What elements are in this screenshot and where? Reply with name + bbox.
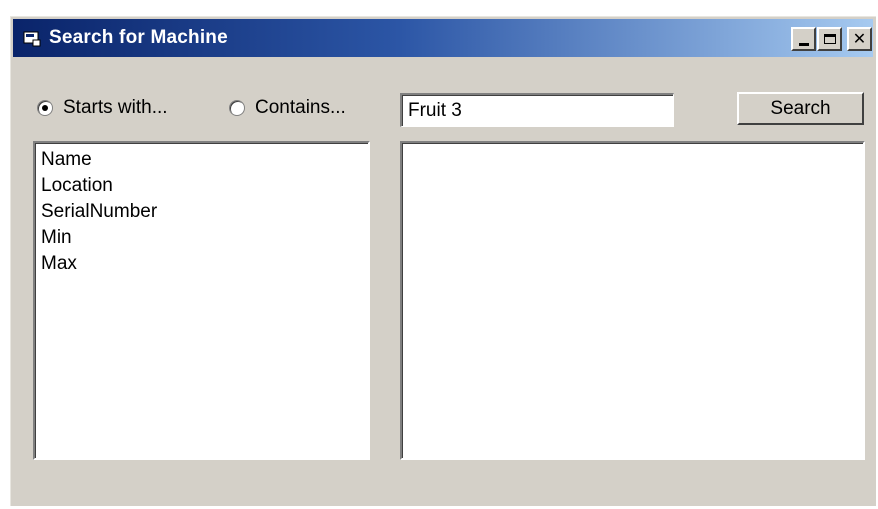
fields-listbox[interactable]: Name Location SerialNumber Min Max (33, 141, 370, 460)
close-button[interactable]: ✕ (847, 27, 872, 51)
title-bar[interactable]: Search for Machine ✕ (13, 19, 873, 57)
search-input[interactable] (400, 93, 674, 127)
maximize-button[interactable] (817, 27, 842, 51)
minimize-icon (798, 42, 809, 46)
contains-label: Contains... (255, 97, 346, 118)
radio-circle-contains[interactable] (229, 100, 245, 116)
list-item-location[interactable]: Location (39, 173, 364, 199)
minimize-button[interactable] (791, 27, 816, 51)
window-icon (23, 31, 41, 47)
radio-selected-dot (42, 105, 48, 111)
radio-circle-starts[interactable] (37, 100, 53, 116)
list-item-name[interactable]: Name (39, 147, 364, 173)
close-icon: ✕ (852, 29, 867, 48)
maximize-icon (823, 34, 836, 44)
contains-radio[interactable]: Contains... (229, 97, 346, 119)
starts-with-label: Starts with... (63, 97, 168, 118)
window-title: Search for Machine (49, 27, 228, 48)
results-listbox[interactable] (400, 141, 865, 460)
search-button[interactable]: Search (737, 92, 864, 125)
list-item-serialnumber[interactable]: SerialNumber (39, 199, 364, 225)
list-item-min[interactable]: Min (39, 225, 364, 251)
search-for-machine-window: Search for Machine ✕ Starts with... Cont… (10, 16, 876, 506)
list-item-max[interactable]: Max (39, 251, 364, 277)
starts-with-radio[interactable]: Starts with... (37, 97, 168, 119)
